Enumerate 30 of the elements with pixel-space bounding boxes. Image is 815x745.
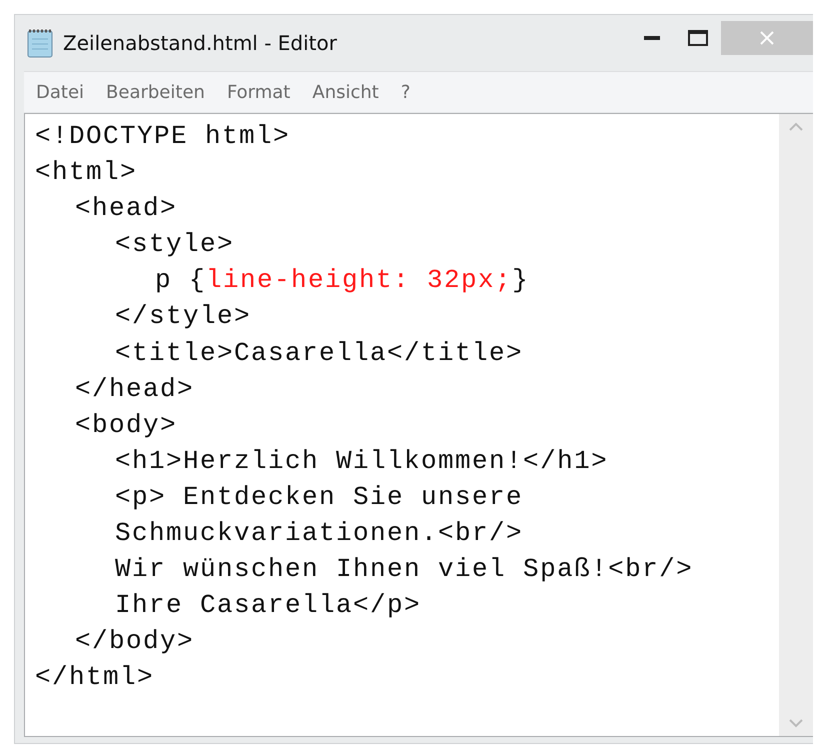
menu-item[interactable]: Bearbeiten [106, 82, 205, 102]
code-line: </style> [114, 300, 252, 334]
text-area[interactable] [24, 113, 813, 737]
code-line: </html> [35, 661, 156, 694]
menu-item[interactable]: Ansicht [312, 82, 379, 102]
maximize-icon [688, 30, 708, 46]
code-line: Ihre Casarella</p> [114, 589, 422, 622]
down-chevron-icon [789, 719, 803, 728]
code-line: </body> [74, 625, 196, 658]
close-icon [759, 30, 775, 46]
code-line: p {line-height: 32px;} [154, 264, 530, 298]
code-line: <head> [74, 192, 178, 226]
code-line: </head> [74, 372, 196, 406]
up-chevron-icon [789, 122, 803, 131]
code-line: <!DOCTYPE html> [35, 120, 292, 153]
code-line: <title>Casarella</title> [114, 336, 524, 370]
menu-item[interactable]: Datei [36, 82, 84, 102]
menu-item[interactable]: Format [226, 82, 290, 102]
code-line: <body> [74, 408, 178, 442]
code-line: Schmuckvariationen.<br/> [114, 517, 524, 550]
menu-item[interactable]: ? [400, 82, 410, 102]
notepad-icon [25, 27, 55, 59]
code-line: <p> Entdecken Sie unsere [114, 480, 524, 514]
minimize-icon [644, 36, 660, 40]
code-line: <style> [114, 228, 236, 262]
window-title: Zeilenabstand.html - Editor [63, 31, 338, 55]
code-line: <html> [35, 156, 138, 190]
scrollbar[interactable] [779, 114, 813, 736]
code-line: <h1>Herzlich Willkommen!</h1> [114, 444, 610, 478]
code-line: Wir wünschen Ihnen viel Spaß!<br/> [114, 553, 694, 586]
